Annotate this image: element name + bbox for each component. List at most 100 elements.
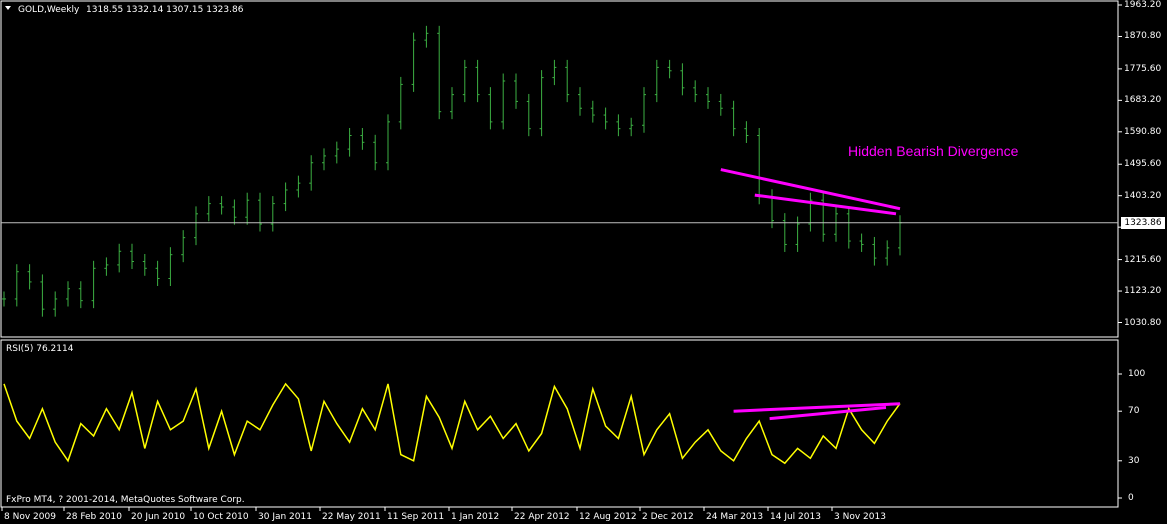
time-axis-label: 10 Oct 2010 <box>193 512 249 522</box>
price-bar <box>66 281 70 307</box>
time-axis-label: 8 Nov 2009 <box>4 512 56 522</box>
price-bar <box>245 192 250 225</box>
rsi-panel-frame <box>0 339 1119 508</box>
price-bar <box>296 175 301 198</box>
price-bar <box>667 59 672 79</box>
rsi-axis-label: 0 <box>1128 493 1134 503</box>
price-bars-series <box>2 25 902 317</box>
rsi-divergence-lines[interactable] <box>733 402 901 421</box>
price-axis-label: 1215.60 <box>1124 254 1162 265</box>
copyright-label: FxPro MT4, ? 2001-2014, MetaQuotes Softw… <box>6 495 245 505</box>
price-bar <box>526 93 531 137</box>
price-bar <box>283 182 288 212</box>
main-frame <box>0 0 1119 508</box>
price-axis-label: 1403.20 <box>1124 190 1162 201</box>
price-bar <box>194 206 198 246</box>
time-axis-label: 24 Mar 2013 <box>706 512 764 522</box>
price-bar <box>360 128 365 150</box>
price-bar <box>808 192 813 232</box>
time-axis-label: 11 Sep 2011 <box>387 512 445 522</box>
time-axis-label: 22 Apr 2012 <box>514 512 570 522</box>
price-axis-label: 1590.80 <box>1124 126 1162 137</box>
price-bar <box>514 73 518 109</box>
price-bar <box>846 206 851 249</box>
price-bar <box>258 192 262 232</box>
price-bar <box>590 100 595 123</box>
price-bar <box>616 114 621 137</box>
price-bar <box>386 114 390 171</box>
price-bar <box>53 291 58 317</box>
price-bar <box>898 215 902 256</box>
indicator-label: RSI(5) 76.2114 <box>6 344 74 354</box>
rsi-axis-label: 100 <box>1128 369 1146 379</box>
price-axis-label: 1775.60 <box>1124 63 1162 74</box>
price-bar <box>142 253 147 276</box>
price-bar <box>168 247 173 287</box>
price-bar <box>206 196 211 222</box>
price-bar <box>78 281 83 309</box>
price-panel-frame <box>0 0 1119 338</box>
rsi-axis-label: 70 <box>1128 406 1140 417</box>
price-bar <box>91 260 96 309</box>
chart-canvas[interactable] <box>0 0 1167 524</box>
price-bar <box>578 87 582 116</box>
price-bar <box>859 233 864 252</box>
price-bar <box>27 264 32 290</box>
price-axis-label: 1683.20 <box>1124 95 1162 106</box>
time-axis-label: 20 Jun 2010 <box>131 512 186 522</box>
price-bar <box>462 59 467 103</box>
time-axis-label: 1 Jan 2012 <box>451 512 500 522</box>
rsi-line <box>3 382 901 465</box>
price-bar <box>219 196 224 215</box>
price-bar <box>603 107 608 130</box>
price-bar <box>104 257 109 276</box>
current-price-badge: 1323.86 <box>1121 216 1165 229</box>
price-bar <box>347 128 352 157</box>
price-bar <box>155 260 160 287</box>
price-axis-label: 1963.20 <box>1124 0 1162 10</box>
price-bar <box>872 236 877 266</box>
price-bar <box>731 100 736 137</box>
time-axis-label: 2 Dec 2012 <box>642 512 694 522</box>
price-axis-label: 1870.80 <box>1124 31 1162 42</box>
divergence-annotation: Hidden Bearish Divergence <box>848 143 1019 159</box>
price-bar <box>821 192 826 242</box>
price-bar <box>450 87 454 120</box>
price-bar <box>373 134 378 171</box>
price-bar <box>834 206 838 242</box>
price-bar <box>232 199 237 225</box>
price-bar <box>501 73 506 130</box>
time-axis-label: 30 Jan 2011 <box>258 512 312 522</box>
price-bar <box>565 59 570 103</box>
price-bar <box>744 121 749 143</box>
price-bar <box>782 213 787 252</box>
price-bar <box>309 155 314 191</box>
price-bar <box>795 216 800 252</box>
price-bar <box>680 63 685 96</box>
price-bar <box>334 141 339 164</box>
price-bar <box>642 87 646 133</box>
price-bar <box>14 264 19 307</box>
time-axis-label: 28 Feb 2010 <box>66 512 123 522</box>
time-axis-label: 22 May 2011 <box>322 512 381 522</box>
price-bar <box>130 243 134 269</box>
price-bar <box>706 87 710 109</box>
price-bar <box>539 70 544 137</box>
ohlc-label: 1318.55 1332.14 1307.15 1323.86 <box>86 5 244 15</box>
price-bar <box>411 32 416 92</box>
price-bar <box>885 240 890 266</box>
price-bar <box>488 87 493 130</box>
price-bar <box>2 291 6 307</box>
rsi-axis-label: 30 <box>1128 455 1140 466</box>
price-bar <box>718 93 723 116</box>
time-axis-label: 14 Jul 2013 <box>770 512 821 522</box>
price-axis-label: 1495.60 <box>1124 159 1162 170</box>
price-bar <box>552 59 557 86</box>
price-bar <box>40 274 45 317</box>
price-bar <box>424 25 429 48</box>
price-bar <box>181 230 186 263</box>
time-axis-label: 12 Aug 2012 <box>579 512 637 522</box>
dropdown-triangle-icon[interactable] <box>5 6 11 10</box>
price-bar <box>117 243 122 273</box>
price-bar <box>629 117 634 137</box>
